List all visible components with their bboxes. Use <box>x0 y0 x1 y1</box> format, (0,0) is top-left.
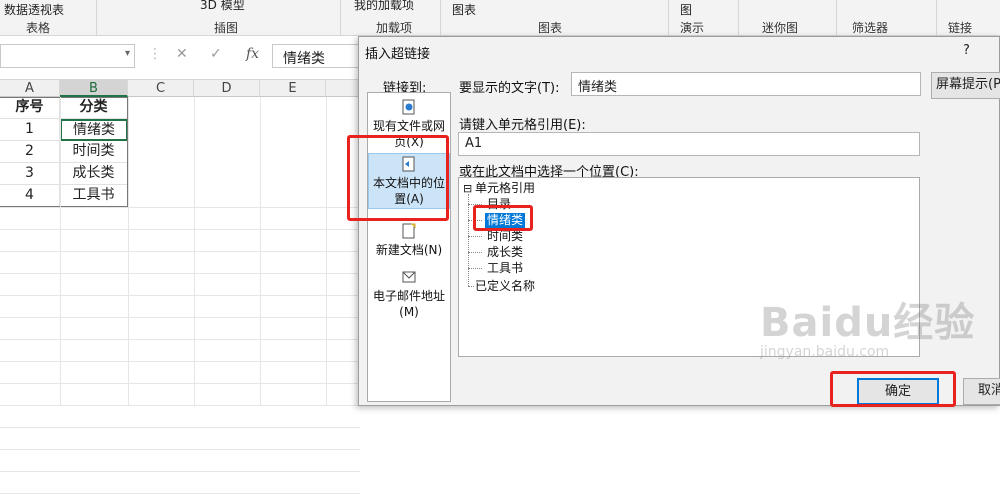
link-item-label: 电子邮件地址 <box>372 289 445 303</box>
cancel-icon[interactable]: ✕ <box>176 46 188 62</box>
ribbon-separator <box>96 0 97 36</box>
grid-row-line <box>0 317 360 318</box>
group-filters: 筛选器 <box>852 21 889 35</box>
grid-col-line <box>128 97 129 406</box>
table-row-cell[interactable]: 4 <box>0 185 60 207</box>
pivot-table-button[interactable]: 数据透视表 <box>4 1 64 18</box>
ribbon-separator <box>440 0 441 36</box>
column-header-d[interactable]: D <box>194 80 260 97</box>
grid-row-line <box>0 229 360 230</box>
grid-row-line <box>0 383 360 384</box>
column-header-e[interactable]: E <box>260 80 326 97</box>
tree-root-defined-names[interactable]: 已定义名称 <box>475 279 535 294</box>
chevron-down-icon[interactable]: ▾ <box>125 48 130 59</box>
screen-tip-button[interactable]: 屏幕提示(P) <box>931 72 1000 99</box>
ribbon-separator <box>936 0 937 36</box>
ribbon-separator <box>836 0 837 36</box>
group-addins: 加载项 <box>376 21 413 35</box>
highlight-box <box>473 205 533 231</box>
more-icon: ⋮ <box>148 46 162 62</box>
grid-row-line <box>0 471 360 472</box>
highlight-box <box>347 135 449 221</box>
column-header-c[interactable]: C <box>128 80 194 97</box>
active-cell[interactable]: 情绪类 <box>60 119 128 141</box>
grid-row-line <box>0 449 360 450</box>
table-row-cell[interactable]: 2 <box>0 141 60 163</box>
tree-line <box>468 194 469 286</box>
ribbon: 数据透视表 3D 模型 我的加载项 图表 图 表格 插图 加载项 图表 演示 迷… <box>0 0 1000 36</box>
link-item-label: (M) <box>399 305 419 319</box>
spreadsheet-grid: A B C D E 序号 分类 1 情绪类 2 时间类 3 成长类 4 工具书 <box>0 80 360 494</box>
cancel-button[interactable]: 取消 <box>963 378 1000 405</box>
grid-row-line <box>0 295 360 296</box>
group-links: 链接 <box>948 21 973 35</box>
cell-b1[interactable]: 分类 <box>60 97 128 119</box>
link-new-document[interactable]: 新建文档(N) <box>368 221 450 261</box>
watermark-brand: Baidu经验 <box>760 300 976 346</box>
group-tables: 表格 <box>26 21 51 35</box>
grid-row-line <box>0 427 360 428</box>
grid-col-line <box>326 97 327 406</box>
watermark: Baidu经验 jingyan.baidu.com <box>760 290 975 360</box>
table-row-cell[interactable]: 时间类 <box>60 141 128 163</box>
grid-col-line <box>60 97 61 406</box>
table-row-cell[interactable]: 工具书 <box>60 185 128 207</box>
globe-file-icon <box>402 99 415 115</box>
tree-item[interactable]: 工具书 <box>487 261 523 276</box>
ribbon-separator <box>340 0 341 36</box>
cell-ref-input[interactable]: A1 <box>458 132 920 156</box>
group-charts: 图表 <box>538 21 563 35</box>
tree-root-cell-ref[interactable]: 单元格引用 <box>475 181 535 196</box>
tree-line <box>468 286 474 287</box>
new-document-icon <box>402 223 416 239</box>
email-icon <box>402 271 416 283</box>
name-box[interactable]: ▾ <box>0 44 135 68</box>
help-icon[interactable]: ? <box>963 43 970 58</box>
map-button[interactable]: 图 <box>680 1 692 18</box>
grid-row-line <box>0 339 360 340</box>
grid-col-line <box>194 97 195 406</box>
group-sparklines: 迷你图 <box>762 21 799 35</box>
enter-icon[interactable]: ✓ <box>210 46 222 62</box>
display-text-label: 要显示的文字(T): <box>459 81 560 96</box>
ribbon-separator <box>668 0 669 36</box>
dialog-title: 插入超链接 <box>365 47 431 62</box>
grid-row-line <box>0 207 360 208</box>
3d-model-button[interactable]: 3D 模型 <box>200 0 245 13</box>
tree-line <box>468 252 482 253</box>
link-email-address[interactable]: 电子邮件地址 (M) <box>368 267 450 323</box>
tree-line <box>468 268 482 269</box>
table-row-cell[interactable]: 成长类 <box>60 163 128 185</box>
ribbon-separator <box>738 0 739 36</box>
highlight-box <box>830 371 956 407</box>
table-row-cell[interactable]: 1 <box>0 119 60 141</box>
display-text-input[interactable]: 情绪类 <box>571 72 921 96</box>
tree-line <box>468 236 482 237</box>
link-item-label: 新建文档(N) <box>375 243 443 257</box>
grid-col-line <box>260 97 261 406</box>
formula-input[interactable]: 情绪类 <box>272 44 362 68</box>
chart-button[interactable]: 图表 <box>452 1 476 18</box>
insert-function-icon[interactable]: fx <box>246 46 259 62</box>
group-tours: 演示 <box>680 21 705 35</box>
tree-item[interactable]: 时间类 <box>487 229 523 244</box>
grid-row-line <box>0 251 360 252</box>
tree-item[interactable]: 成长类 <box>487 245 523 260</box>
group-illustrations: 插图 <box>214 21 239 35</box>
table-row-cell[interactable]: 3 <box>0 163 60 185</box>
cell-ref-label: 请键入单元格引用(E): <box>459 118 586 133</box>
column-header-f[interactable] <box>326 80 360 97</box>
grid-row-line <box>0 361 360 362</box>
grid-row-line <box>0 273 360 274</box>
link-item-label: 现有文件或网 <box>372 119 445 133</box>
cell-a1[interactable]: 序号 <box>0 97 60 119</box>
column-header-a[interactable]: A <box>0 80 60 97</box>
column-header-b[interactable]: B <box>60 80 128 97</box>
my-addins-button[interactable]: 我的加载项 <box>354 0 414 13</box>
